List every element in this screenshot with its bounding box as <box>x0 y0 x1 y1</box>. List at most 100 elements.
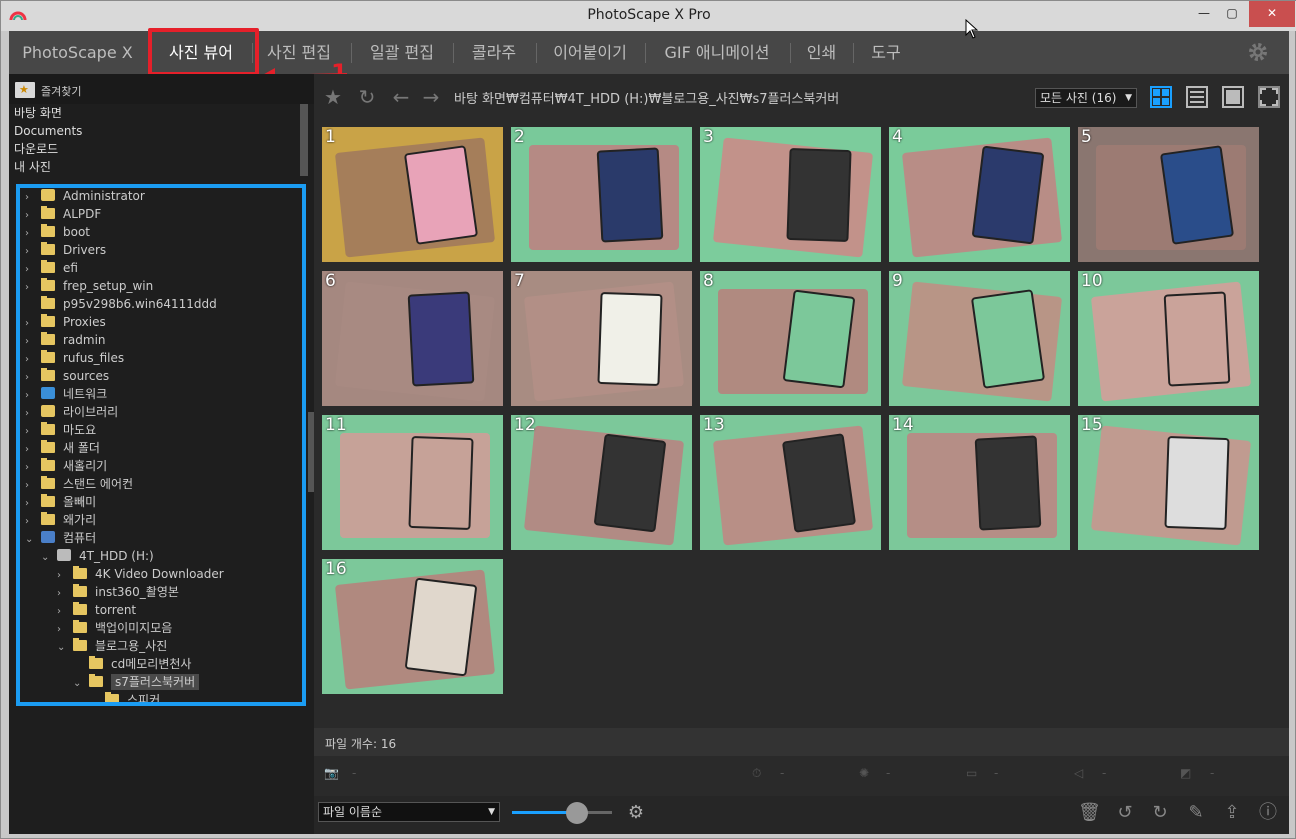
thumbnail-size-slider[interactable] <box>512 802 612 824</box>
chevron-down-icon: ▼ <box>1125 93 1132 103</box>
photo-screen-shape <box>971 145 1045 245</box>
photo-thumbnail[interactable]: 2 <box>511 127 692 262</box>
photo-screen-shape <box>597 291 663 387</box>
viewer-main: ★ ↻ ← → 바탕 화면₩컴퓨터₩4T_HDD (H:)₩블로그용_사진₩s7… <box>314 74 1289 834</box>
favorites-label: 즐겨찾기 <box>41 85 82 98</box>
photo-screen-shape <box>403 145 479 245</box>
photo-thumbnail[interactable]: 11 <box>322 415 503 550</box>
menu-divider <box>853 43 854 63</box>
quick-item-my-pictures[interactable]: 내 사진 <box>9 158 314 176</box>
refresh-icon[interactable]: ↻ <box>356 86 378 108</box>
thumbnail-number: 10 <box>1081 271 1103 291</box>
photo-thumbnail[interactable]: 6 <box>322 271 503 406</box>
sort-dropdown[interactable]: 파일 이름순 ▼ <box>318 802 500 822</box>
photo-screen-shape <box>781 433 857 533</box>
iso-icon: ▭ <box>966 766 978 780</box>
menu-divider <box>790 43 791 63</box>
photo-thumbnail[interactable]: 1 <box>322 127 503 262</box>
quick-item-downloads[interactable]: 다운로드 <box>9 140 314 158</box>
photo-thumbnail[interactable]: 5 <box>1078 127 1259 262</box>
grid-view-icon[interactable] <box>1150 86 1172 108</box>
photo-thumbnail[interactable]: 10 <box>1078 271 1259 406</box>
photo-thumbnail[interactable]: 3 <box>700 127 881 262</box>
photo-thumbnail[interactable]: 13 <box>700 415 881 550</box>
photo-screen-shape <box>593 433 667 533</box>
menu-combine[interactable]: 이어붙이기 <box>544 31 636 74</box>
menu-photoscape-x[interactable]: PhotoScape X <box>15 31 140 74</box>
exif-exposure-value: - <box>1210 766 1215 780</box>
fullscreen-icon[interactable] <box>1258 86 1280 108</box>
sort-value: 파일 이름순 <box>323 805 383 819</box>
exif-camera-value: - <box>352 766 357 780</box>
annotation-tree-highlight <box>16 184 306 706</box>
photo-thumbnail[interactable]: 4 <box>889 127 1070 262</box>
menu-collage[interactable]: 콜라주 <box>461 31 527 74</box>
thumbnail-number: 16 <box>325 559 347 579</box>
status-bar: 파일 개수: 16 <box>314 728 1289 756</box>
rotate-left-icon[interactable]: ↺ <box>1114 802 1136 824</box>
maximize-button[interactable]: ▢ <box>1215 1 1249 27</box>
photo-screen-shape <box>1159 145 1235 245</box>
info-icon[interactable]: ⓘ <box>1257 802 1279 824</box>
photo-thumbnail[interactable]: 15 <box>1078 415 1259 550</box>
window-title: PhotoScape X Pro <box>587 7 711 23</box>
photo-screen-shape <box>596 147 664 243</box>
photo-thumbnail[interactable]: 14 <box>889 415 1070 550</box>
focal-length-icon: ◁ <box>1074 766 1084 780</box>
thumbnail-number: 14 <box>892 415 914 435</box>
thumbnail-settings-gear-icon[interactable]: ⚙ <box>625 802 647 824</box>
star-icon[interactable]: ★ <box>322 86 344 108</box>
thumbnail-number: 4 <box>892 127 903 147</box>
photo-screen-shape <box>407 291 475 387</box>
photo-thumbnail[interactable]: 9 <box>889 271 1070 406</box>
photo-screen-shape <box>974 435 1042 531</box>
photo-screen-shape <box>970 289 1046 389</box>
thumbnail-number: 3 <box>703 127 714 147</box>
photo-thumbnail[interactable]: 8 <box>700 271 881 406</box>
close-button[interactable]: ✕ <box>1249 1 1295 27</box>
photo-screen-shape <box>404 577 478 677</box>
exif-shutter-value: - <box>780 766 785 780</box>
app-window: PhotoScape X Pro — ▢ ✕ PhotoScape X 사진 뷰… <box>0 0 1296 839</box>
rotate-right-icon[interactable]: ↻ <box>1149 802 1171 824</box>
photo-thumbnail[interactable]: 12 <box>511 415 692 550</box>
thumbnail-number: 15 <box>1081 415 1103 435</box>
menu-gif-animation[interactable]: GIF 애니메이션 <box>653 31 781 74</box>
settings-gear-icon[interactable] <box>1247 41 1269 63</box>
menu-print[interactable]: 인쇄 <box>798 31 845 74</box>
camera-icon: 📷 <box>324 766 339 780</box>
aperture-icon: ✺ <box>859 766 870 780</box>
delete-trash-icon[interactable]: 🗑 <box>1078 802 1101 824</box>
photo-thumbnail[interactable]: 7 <box>511 271 692 406</box>
quick-item-desktop[interactable]: 바탕 화면 <box>9 104 314 122</box>
menu-tools[interactable]: 도구 <box>861 31 911 74</box>
menu-divider <box>453 43 454 63</box>
favorites-star-icon: ★ <box>15 82 35 98</box>
share-icon[interactable]: ⇪ <box>1221 802 1243 824</box>
chevron-down-icon: ▼ <box>488 807 495 817</box>
back-arrow-icon[interactable]: ← <box>390 86 412 108</box>
quick-item-documents[interactable]: Documents <box>9 122 314 140</box>
thumbnail-number: 9 <box>892 271 903 291</box>
menu-divider <box>536 43 537 63</box>
thumbnail-number: 11 <box>325 415 347 435</box>
favorites-header[interactable]: ★ 즐겨찾기 <box>9 74 314 104</box>
mouse-cursor-icon <box>965 19 979 39</box>
photo-thumbnail[interactable]: 16 <box>322 559 503 694</box>
thumbnail-number: 6 <box>325 271 336 291</box>
exif-aperture-value: - <box>886 766 891 780</box>
list-view-icon[interactable] <box>1186 86 1208 108</box>
folder-path: 바탕 화면₩컴퓨터₩4T_HDD (H:)₩블로그용_사진₩s7플러스북커버 <box>454 92 840 107</box>
edit-icon[interactable]: ✎ <box>1185 802 1207 824</box>
thumbnail-number: 5 <box>1081 127 1092 147</box>
single-view-icon[interactable] <box>1222 86 1244 108</box>
photo-filter-value: 모든 사진 (16) <box>1040 91 1117 105</box>
photo-filter-dropdown[interactable]: 모든 사진 (16) ▼ <box>1035 88 1137 108</box>
slider-knob[interactable] <box>566 802 588 824</box>
quick-access-scrollbar[interactable] <box>300 104 308 176</box>
forward-arrow-icon[interactable]: → <box>420 86 442 108</box>
thumbnail-number: 8 <box>703 271 714 291</box>
file-count: 파일 개수: 16 <box>325 737 397 751</box>
menu-batch-edit[interactable]: 일괄 편집 <box>359 31 445 74</box>
menu-divider <box>645 43 646 63</box>
